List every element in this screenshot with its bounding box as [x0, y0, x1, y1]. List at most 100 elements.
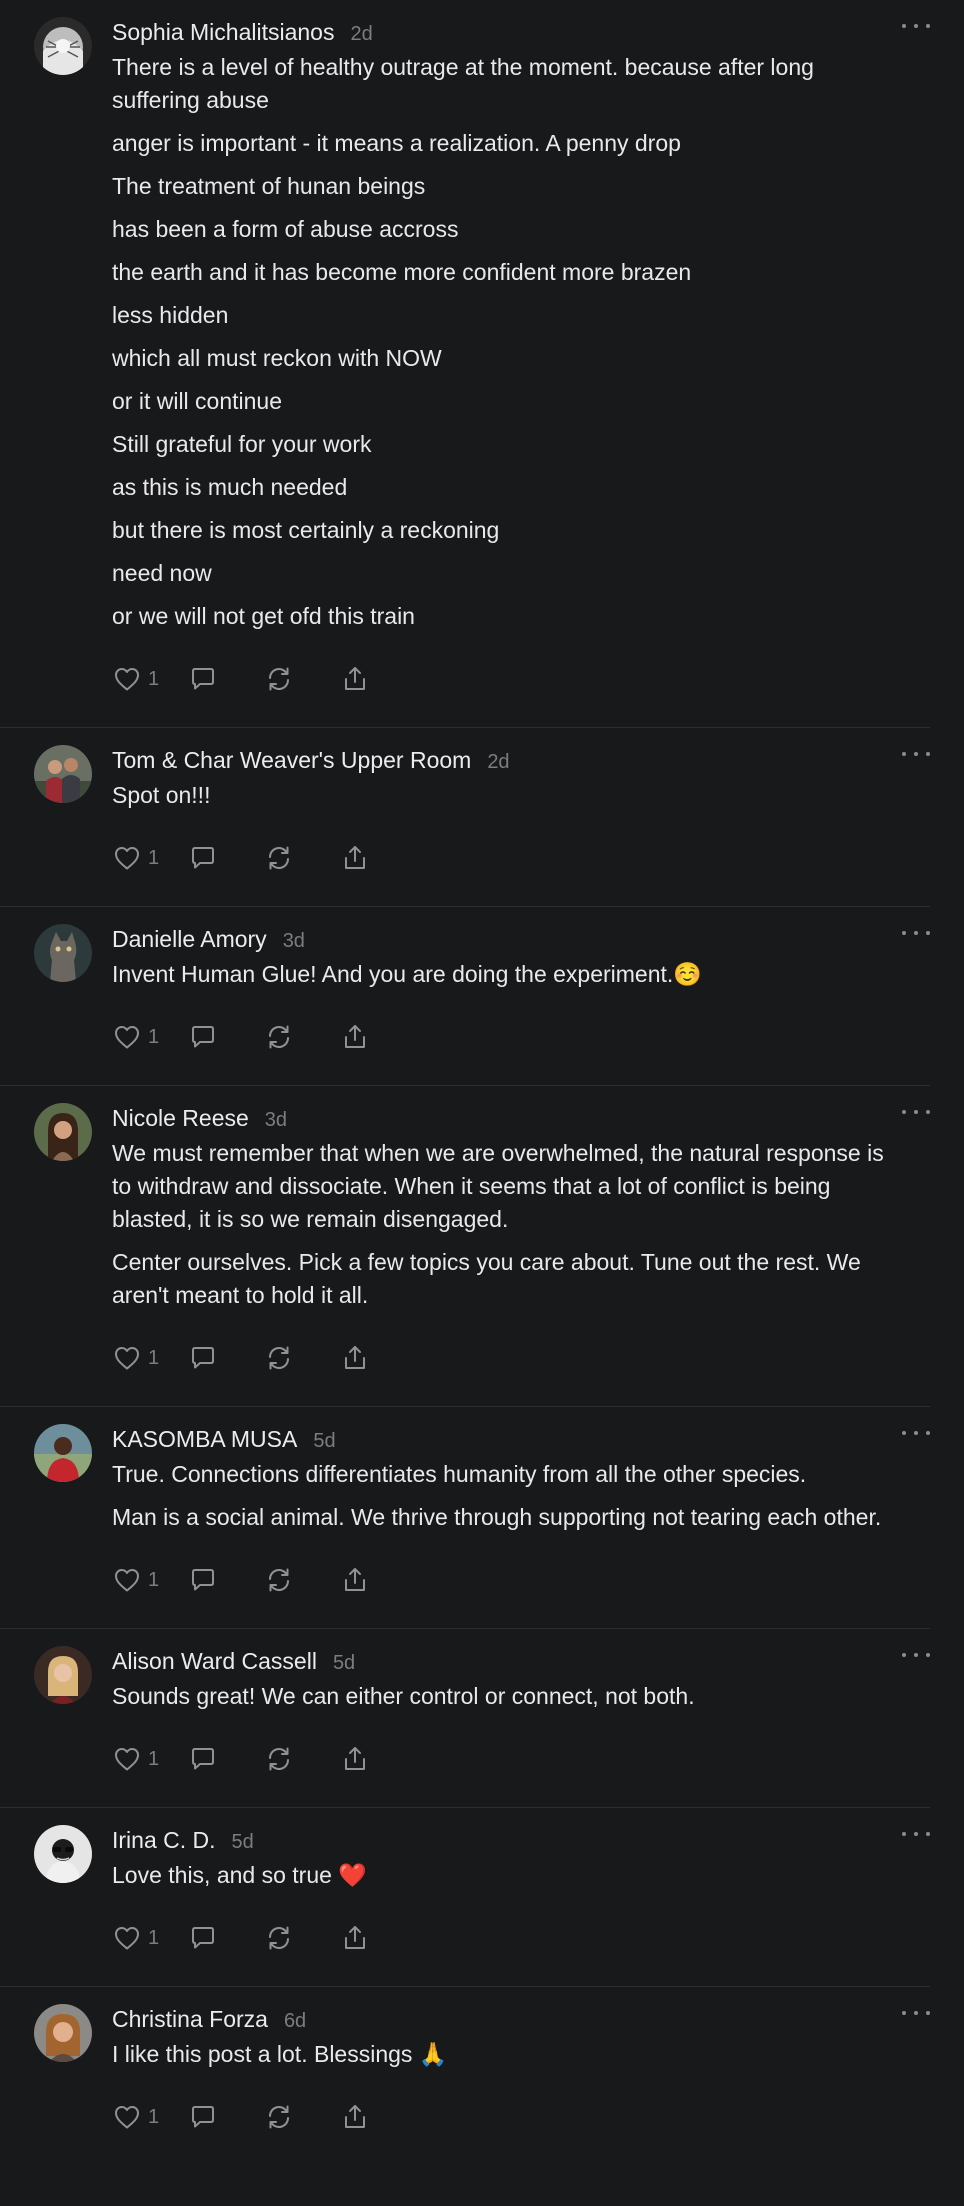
like-count: 1 [148, 1025, 160, 1048]
author-name[interactable]: Alison Ward Cassell [112, 1648, 317, 1675]
like-count: 1 [148, 1346, 160, 1369]
author-name[interactable]: Nicole Reese [112, 1105, 249, 1132]
speech-bubble-icon [192, 1347, 214, 1369]
avatar[interactable] [34, 1103, 92, 1161]
more-options-button[interactable] [902, 744, 930, 764]
comment-paragraph: Still grateful for your work [112, 431, 372, 457]
more-options-button[interactable] [902, 2003, 930, 2023]
timestamp[interactable]: 5d [313, 1430, 335, 1453]
share-button[interactable] [340, 664, 416, 694]
like-button[interactable]: 1 [112, 1923, 188, 1953]
restack-button[interactable] [264, 1022, 340, 1052]
like-count: 1 [148, 846, 160, 869]
refresh-arrows-icon [268, 1568, 290, 1592]
reply-button[interactable] [188, 664, 264, 694]
comment-paragraph: The treatment of hunan beings [112, 173, 426, 199]
restack-button[interactable] [264, 1744, 340, 1774]
avatar[interactable] [34, 924, 92, 982]
more-options-button[interactable] [902, 1102, 930, 1122]
more-options-button[interactable] [902, 923, 930, 943]
reply-button[interactable] [188, 2102, 264, 2132]
restack-button[interactable] [264, 1343, 340, 1373]
comment-actions: 1 [112, 659, 896, 699]
comment-paragraph: need now [112, 560, 212, 586]
author-name[interactable]: Danielle Amory [112, 926, 267, 953]
comment-text: Love this, and so true ❤️ [112, 1859, 896, 1892]
comment-header: Tom & Char Weaver's Upper Room 2d [112, 743, 896, 779]
share-button[interactable] [340, 843, 416, 873]
timestamp[interactable]: 3d [283, 930, 305, 953]
comment: Tom & Char Weaver's Upper Room 2d Spot o… [0, 728, 930, 907]
reply-button[interactable] [188, 843, 264, 873]
reply-button[interactable] [188, 1022, 264, 1052]
more-options-button[interactable] [902, 1423, 930, 1443]
comment-body: Danielle Amory 3d Invent Human Glue! And… [112, 922, 896, 1057]
like-button[interactable]: 1 [112, 843, 188, 873]
like-button[interactable]: 1 [112, 2102, 188, 2132]
author-name[interactable]: Irina C. D. [112, 1827, 216, 1854]
comment-body: Nicole Reese 3d We must remember that wh… [112, 1101, 896, 1378]
author-name[interactable]: Tom & Char Weaver's Upper Room [112, 747, 471, 774]
comment-actions: 1 [112, 1739, 896, 1779]
like-button[interactable]: 1 [112, 1343, 188, 1373]
more-options-button[interactable] [902, 16, 930, 36]
share-button[interactable] [340, 2102, 416, 2132]
comment-header: Irina C. D. 5d [112, 1823, 896, 1859]
ellipsis-icon [902, 2011, 906, 2015]
timestamp[interactable]: 5d [333, 1652, 355, 1675]
comment-text: True. Connections differentiates humanit… [112, 1458, 896, 1534]
timestamp[interactable]: 6d [284, 2010, 306, 2033]
like-button[interactable]: 1 [112, 664, 188, 694]
like-button[interactable]: 1 [112, 1565, 188, 1595]
comment-paragraph: Man is a social animal. We thrive throug… [112, 1504, 882, 1530]
more-options-button[interactable] [902, 1645, 930, 1665]
like-button[interactable]: 1 [112, 1744, 188, 1774]
timestamp[interactable]: 2d [350, 23, 372, 46]
restack-button[interactable] [264, 1565, 340, 1595]
comment-feed: Sophia Michalitsianos 2d There is a leve… [0, 0, 964, 2137]
timestamp[interactable]: 2d [487, 751, 509, 774]
ellipsis-icon [902, 1653, 906, 1657]
restack-button[interactable] [264, 2102, 340, 2132]
comment-text: Sounds great! We can either control or c… [112, 1680, 896, 1713]
comment-header: KASOMBA MUSA 5d [112, 1422, 896, 1458]
heart-icon [115, 1347, 139, 1370]
heart-icon [115, 2106, 139, 2129]
restack-button[interactable] [264, 843, 340, 873]
restack-button[interactable] [264, 1923, 340, 1953]
share-button[interactable] [340, 1343, 416, 1373]
share-button[interactable] [340, 1565, 416, 1595]
avatar[interactable] [34, 2004, 92, 2062]
author-name[interactable]: KASOMBA MUSA [112, 1426, 297, 1453]
timestamp[interactable]: 3d [265, 1109, 287, 1132]
comment-text: There is a level of healthy outrage at t… [112, 51, 896, 633]
avatar[interactable] [34, 1424, 92, 1482]
avatar[interactable] [34, 1825, 92, 1883]
comment-paragraph: or we will not get ofd this train [112, 603, 415, 629]
reply-button[interactable] [188, 1343, 264, 1373]
share-icon [345, 2105, 365, 2128]
comment-body: Sophia Michalitsianos 2d There is a leve… [112, 15, 896, 699]
restack-button[interactable] [264, 664, 340, 694]
like-button[interactable]: 1 [112, 1022, 188, 1052]
speech-bubble-icon [192, 847, 214, 869]
comment-paragraph: We must remember that when we are overwh… [112, 1140, 884, 1232]
reply-button[interactable] [188, 1565, 264, 1595]
comment-body: Tom & Char Weaver's Upper Room 2d Spot o… [112, 743, 896, 878]
reply-button[interactable] [188, 1744, 264, 1774]
refresh-arrows-icon [268, 667, 290, 691]
avatar[interactable] [34, 17, 92, 75]
share-button[interactable] [340, 1744, 416, 1774]
reply-button[interactable] [188, 1923, 264, 1953]
comment-text: I like this post a lot. Blessings 🙏 [112, 2038, 896, 2071]
more-options-button[interactable] [902, 1824, 930, 1844]
author-name[interactable]: Christina Forza [112, 2006, 268, 2033]
avatar[interactable] [34, 745, 92, 803]
timestamp[interactable]: 5d [232, 1831, 254, 1854]
comment-body: KASOMBA MUSA 5d True. Connections differ… [112, 1422, 896, 1600]
share-button[interactable] [340, 1022, 416, 1052]
avatar[interactable] [34, 1646, 92, 1704]
author-name[interactable]: Sophia Michalitsianos [112, 19, 334, 46]
share-button[interactable] [340, 1923, 416, 1953]
refresh-arrows-icon [268, 846, 290, 870]
